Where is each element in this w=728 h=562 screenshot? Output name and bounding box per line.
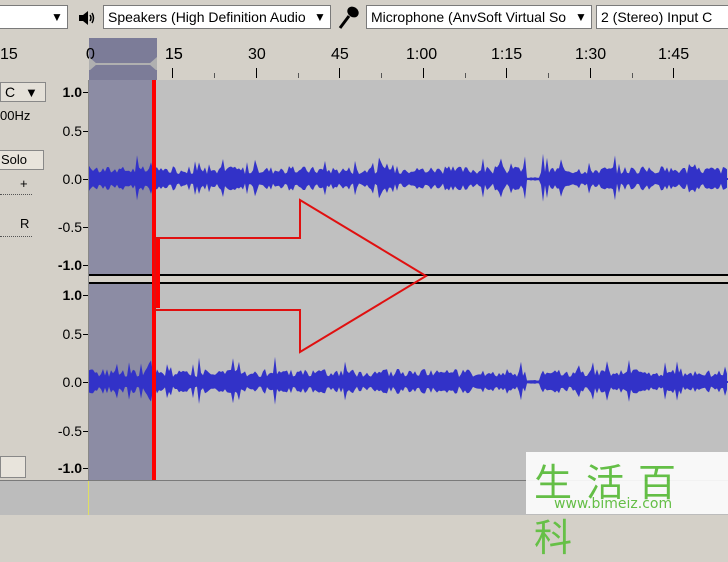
timeline-ruler[interactable]: 15 0 15 30 45 1:00 1:15 1:30 1:45 0 15 [0,38,728,81]
channels-value: 2 (Stereo) Input C [601,9,713,25]
scale-label: 0.5 [62,123,82,139]
track-name-label: C [5,84,16,100]
scale-tick [83,468,88,469]
speaker-icon [76,7,98,29]
timeline-label: 1:00 [406,46,438,63]
waveform-envelope [89,153,727,202]
timeline-minor-tick [632,73,633,78]
timeline-minor-tick [214,73,215,78]
play-region-marker[interactable] [89,56,159,70]
timeline-label: 1:30 [575,46,607,63]
device-toolbar: ▼ Speakers (High Definition Audio ▼ Micr… [0,0,728,39]
scale-tick [83,131,88,132]
scale-label: -0.5 [57,423,82,439]
gain-slider[interactable] [0,194,32,196]
timeline-tick [423,68,424,78]
timeline-label: 30 [248,46,266,63]
scale-tick [83,295,88,296]
timeline-minor-tick [298,73,299,78]
scale-tick [83,179,88,180]
scale-tick [83,431,88,432]
timeline-label: 1:15 [491,46,523,63]
solo-label: Solo [1,152,28,167]
chevron-down-icon: ▼ [571,6,591,28]
microphone-icon [336,4,362,32]
scale-tick [83,265,88,266]
timeline-minor-tick [465,73,466,78]
chevron-down-icon: ▼ [25,85,38,100]
timeline-tick [673,68,674,78]
track-control-panel: C ▼ 00Hz Solo + R [0,80,47,480]
chevron-down-icon: ▼ [310,6,330,28]
scale-label: 1.0 [62,84,82,100]
timeline-tick [590,68,591,78]
timeline-tick [339,68,340,78]
waveform-bottom-channel [89,356,728,405]
watermark: 生活百科 www.bimeiz.com [526,452,728,560]
channels-select[interactable]: 2 (Stereo) Input C [596,5,728,29]
scale-label: 0.0 [62,374,82,390]
recording-device-value: Microphone (AnvSoft Virtual So [371,9,567,25]
vertical-scale: 1.0 0.5 0.0 -0.5 -1.0 1.0 0.5 0.0 -0.5 -… [46,80,89,480]
timeline-label: 15 [0,46,18,63]
timeline-label-fifteen: 15 [165,46,183,63]
timeline-tick [256,68,257,78]
scale-label: 1.0 [62,287,82,303]
recording-device-select[interactable]: Microphone (AnvSoft Virtual So ▼ [366,5,592,29]
pan-right-label: R [20,216,30,231]
left-edge-marker [88,481,89,515]
playback-device-value: Speakers (High Definition Audio [108,9,306,25]
waveform-area[interactable] [89,80,728,480]
track-name-menu[interactable]: C ▼ [0,82,46,102]
scale-tick [83,92,88,93]
pan-slider[interactable] [0,236,32,238]
annotation-arrow [154,198,428,354]
scale-tick [83,382,88,383]
timeline-label: 45 [331,46,349,63]
collapse-button[interactable] [0,456,26,478]
waveform-top-channel [89,153,728,202]
scale-label: 0.5 [62,326,82,342]
timeline-minor-tick [381,73,382,78]
timeline-tick [506,68,507,78]
scale-tick [83,334,88,335]
scale-label: -1.0 [57,257,82,273]
timeline-tick [172,68,173,78]
scale-tick [83,227,88,228]
scale-label: -0.5 [57,219,82,235]
watermark-url-text: www.bimeiz.com [554,496,673,512]
timeline-minor-tick [548,73,549,78]
waveform-envelope [89,356,727,405]
gain-plus-label: + [20,176,28,191]
solo-button[interactable]: Solo [0,150,44,170]
scale-label: 0.0 [62,171,82,187]
playback-device-select[interactable]: Speakers (High Definition Audio ▼ [103,5,331,29]
scale-label: -1.0 [57,460,82,476]
timeline-label: 1:45 [658,46,690,63]
chevron-down-icon: ▼ [47,6,67,28]
track-rate-label: 00Hz [0,108,31,123]
host-select[interactable]: ▼ [0,5,68,29]
